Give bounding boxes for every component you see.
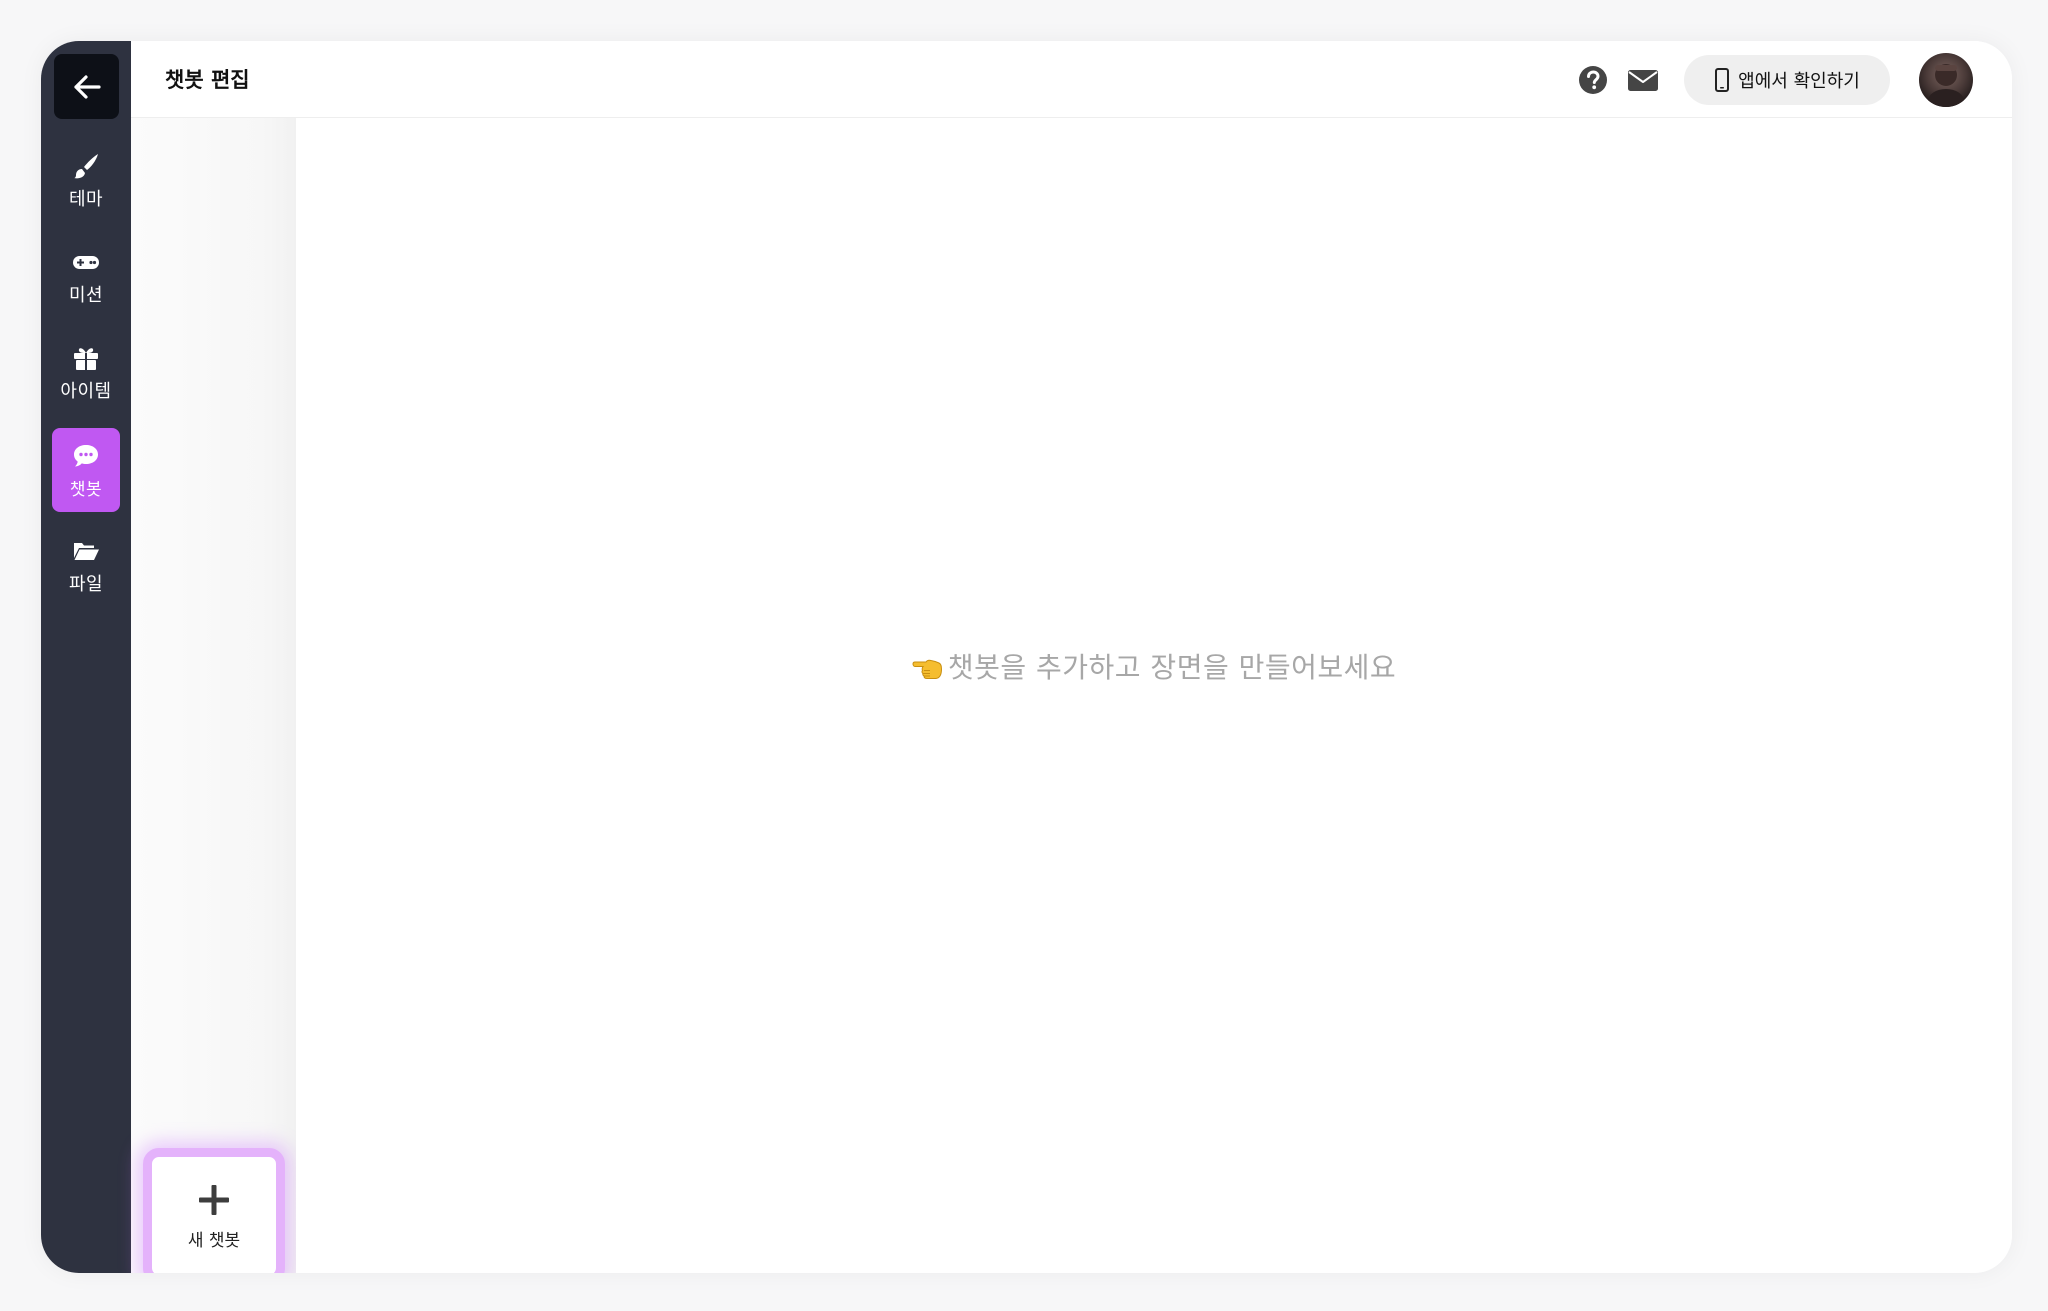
- plus-icon: [199, 1184, 229, 1215]
- sidebar-item-label: 파일: [68, 574, 104, 595]
- chat-bubble-icon: [71, 441, 101, 471]
- empty-state-text: 챗봇을 추가하고 장면을 만들어보세요: [947, 651, 1397, 684]
- sidebar-item-label: 테마: [68, 189, 104, 210]
- sidebar-item-file[interactable]: 파일: [52, 524, 120, 608]
- sidebar-item-theme[interactable]: 테마: [52, 139, 120, 223]
- paintbrush-icon: [71, 151, 101, 181]
- check-in-app-label: 앱에서 확인하기: [1738, 71, 1860, 92]
- new-chatbot-label: 새 챗봇: [187, 1230, 241, 1251]
- sidebar-item-label: 챗봇: [69, 479, 103, 500]
- back-button[interactable]: [54, 54, 119, 119]
- app-window: 테마 미션 아이템 챗봇 파일 챗봇 편집 앱에서 확인하기 새 챗봇 챗봇을 …: [41, 41, 2012, 1273]
- check-in-app-button[interactable]: 앱에서 확인하기: [1684, 55, 1890, 105]
- folder-open-icon: [71, 536, 101, 566]
- gift-icon: [71, 343, 101, 373]
- scene-canvas: 챗봇을 추가하고 장면을 만들어보세요: [296, 118, 2012, 1273]
- sidebar-item-mission[interactable]: 미션: [52, 235, 120, 319]
- top-bar: 챗봇 편집 앱에서 확인하기: [131, 41, 2012, 118]
- user-avatar[interactable]: [1919, 53, 1973, 107]
- chatbot-list-panel: 새 챗봇: [131, 118, 296, 1273]
- sidebar-item-item[interactable]: 아이템: [52, 331, 120, 415]
- mail-icon[interactable]: [1627, 68, 1659, 92]
- new-chatbot-button[interactable]: 새 챗봇: [143, 1148, 285, 1273]
- pointing-left-hand-icon: [912, 659, 942, 679]
- sidebar-item-label: 아이템: [60, 381, 112, 402]
- help-icon[interactable]: [1578, 65, 1608, 95]
- sidebar-item-label: 미션: [68, 285, 104, 306]
- mobile-phone-icon: [1715, 68, 1730, 92]
- page-title: 챗봇 편집: [165, 68, 250, 92]
- arrow-left-icon: [73, 74, 101, 99]
- empty-state: 챗봇을 추가하고 장면을 만들어보세요: [296, 646, 2012, 686]
- gamepad-icon: [71, 247, 101, 277]
- sidebar-item-chatbot[interactable]: 챗봇: [52, 428, 120, 512]
- sidebar-rail: 테마 미션 아이템 챗봇 파일: [41, 41, 131, 1273]
